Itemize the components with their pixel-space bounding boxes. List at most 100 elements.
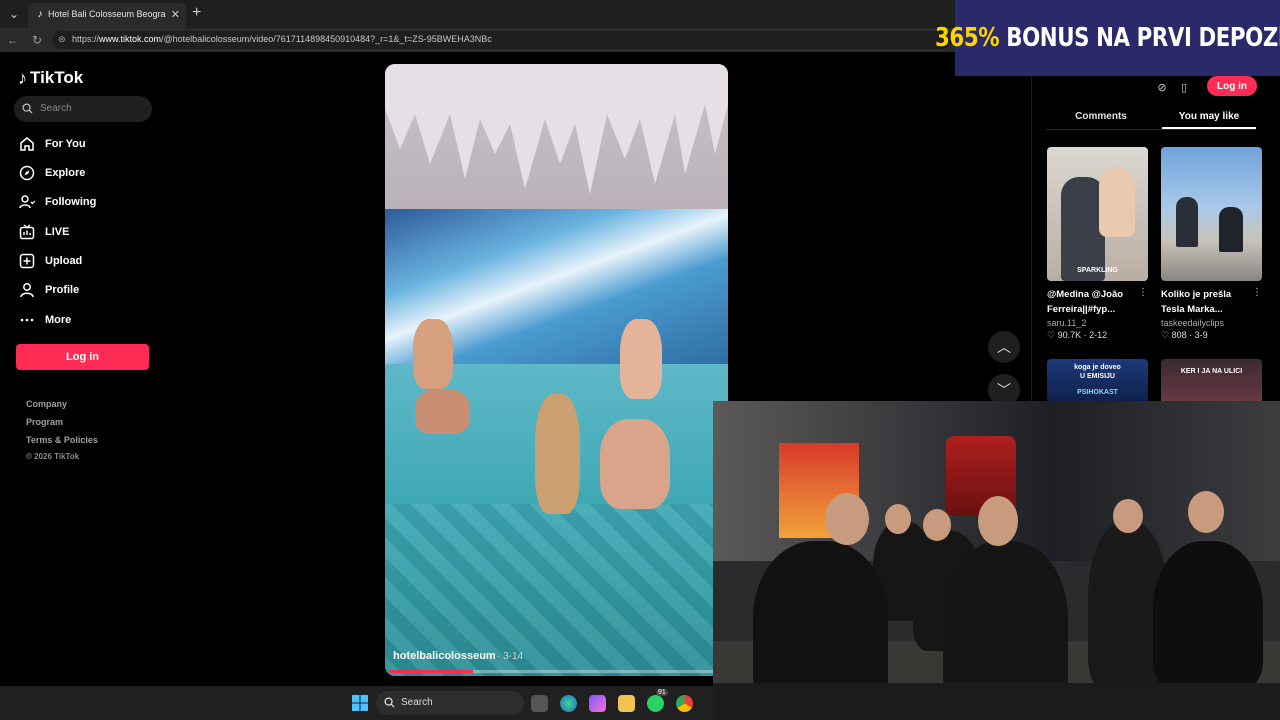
url-path: /@hotelbalicolosseum/video/7617114898450… (161, 34, 492, 44)
video-person (413, 319, 453, 389)
whatsapp-icon[interactable]: 91 (647, 689, 668, 712)
thumb-person (1099, 167, 1135, 237)
phone-icon[interactable]: ▯ (1174, 78, 1194, 98)
video-card[interactable]: Koliko je prešla Tesla Marka... taskeedai… (1161, 147, 1262, 341)
thumb-person (1219, 207, 1243, 252)
search-icon (384, 697, 395, 708)
login-button[interactable]: Log in (16, 344, 149, 370)
header-login-button[interactable]: Log in (1207, 76, 1257, 96)
url-host: www.tiktok.com (99, 34, 162, 44)
video-frame-ceiling (385, 64, 728, 214)
address-bar[interactable]: ⊜ https://www.tiktok.com/@hotelbalicolos… (52, 31, 952, 49)
back-icon[interactable]: ← (4, 31, 22, 49)
tab-close-icon[interactable]: ✕ (171, 8, 180, 21)
video-thumbnail: SPARKLING (1047, 147, 1148, 281)
video-person (600, 419, 670, 509)
nav-for-you[interactable]: For You (18, 134, 86, 154)
video-progress-fill (389, 670, 473, 673)
tiktok-favicon-icon: ♪ (37, 9, 43, 20)
nav-label: For You (45, 138, 86, 150)
footer-terms-link[interactable]: Terms & Policies (26, 435, 98, 445)
video-person (415, 389, 470, 434)
card-username[interactable]: taskeedailyclips (1161, 318, 1262, 328)
tab-comments[interactable]: Comments (1054, 111, 1148, 122)
logo-text: TikTok (30, 68, 84, 87)
site-info-icon[interactable]: ⊜ (58, 34, 68, 45)
tab-list-icon[interactable]: ⌄ (4, 4, 24, 24)
video-card[interactable]: SPARKLING @Medina @João Ferreira||#fyp...… (1047, 147, 1148, 341)
video-thumbnail (1161, 147, 1262, 281)
card-more-icon[interactable]: ⋮ (1138, 287, 1148, 298)
like-count: ♡ 808 (1161, 330, 1187, 340)
url-prefix: https:// (72, 34, 100, 44)
thumb-text: KER I JA NA ULICI (1180, 368, 1243, 375)
video-person (535, 394, 580, 514)
cam-head (978, 496, 1018, 546)
webcam-overlay (713, 401, 1280, 720)
previous-video-button[interactable]: ︿ (988, 331, 1020, 363)
browser-tab[interactable]: ♪ Hotel Bali Colosseum Beograd (@h ✕ (28, 3, 186, 28)
video-thumbnail[interactable]: KER I JA NA ULICI (1161, 359, 1262, 404)
tab-you-may-like[interactable]: You may like (1162, 111, 1256, 122)
more-icon (18, 311, 36, 329)
video-date: · 3-14 (497, 651, 524, 662)
video-progress-bar[interactable] (389, 670, 724, 673)
tiktok-logo[interactable]: ♪ TikTok (18, 67, 83, 89)
caption-line: @Medina @João (1047, 289, 1124, 300)
nav-profile[interactable]: Profile (18, 280, 79, 300)
coin-icon[interactable]: ⊘ (1152, 78, 1172, 98)
nav-upload[interactable]: Upload (18, 251, 82, 271)
edge-icon[interactable] (560, 695, 577, 712)
task-view-icon[interactable] (531, 695, 548, 712)
caption-line: Ferreira||#fyp... (1047, 304, 1116, 315)
active-tab-indicator (1162, 127, 1256, 129)
cam-person (1153, 541, 1263, 691)
nav-explore[interactable]: Explore (18, 163, 85, 183)
video-thumbnail[interactable]: koga je doveo U EMISIJU PSIHOKAST (1047, 359, 1148, 404)
reload-icon[interactable]: ↻ (28, 31, 46, 49)
notification-badge: 91 (656, 689, 668, 696)
file-explorer-icon[interactable] (618, 695, 635, 712)
ad-text: 365% BONUS NA PRVI DEPOZIT (935, 23, 1280, 53)
right-panel: ⊘ ▯ Log in Comments You may like SPARKLI… (1031, 76, 1280, 404)
like-count: ♡ 90.7K (1047, 330, 1082, 340)
new-tab-icon[interactable]: + (192, 4, 201, 22)
ad-banner[interactable]: 365% BONUS NA PRVI DEPOZIT (935, 0, 1280, 76)
video-author-link[interactable]: hotelbalicolosseum (393, 650, 496, 662)
copilot-icon[interactable] (589, 695, 606, 712)
card-username[interactable]: saru.11_2 (1047, 318, 1148, 328)
nav-label: Upload (45, 255, 83, 267)
nav-label: Profile (45, 284, 80, 296)
thumb-text: koga je doveo U EMISIJU (1074, 364, 1121, 380)
compass-icon (18, 164, 36, 182)
video-player[interactable]: hotelbalicolosseum · 3-14 (385, 64, 728, 676)
cam-head (825, 493, 869, 545)
cam-head (885, 504, 911, 534)
search-placeholder: Search (40, 103, 72, 114)
footer-program-link[interactable]: Program (26, 417, 63, 427)
card-caption: Koliko je prešla Tesla Marka... (1161, 287, 1262, 317)
cam-head (1188, 491, 1224, 533)
cam-desk (713, 683, 1280, 720)
live-icon (18, 223, 36, 241)
thumb-text: PSIHOKAST (1077, 389, 1118, 396)
footer-company-link[interactable]: Company (26, 399, 67, 409)
nav-following[interactable]: Following (18, 192, 96, 212)
nav-label: Explore (45, 167, 86, 179)
following-icon (18, 193, 36, 211)
upload-icon (18, 252, 36, 270)
tab-title: Hotel Bali Colosseum Beograd (@h (48, 9, 166, 19)
caption-line: Tesla Marka... (1161, 304, 1223, 315)
card-more-icon[interactable]: ⋮ (1252, 287, 1262, 298)
chrome-icon[interactable] (676, 695, 693, 712)
windows-start-icon[interactable] (352, 695, 368, 711)
thumb-text: SPARKLING (1077, 267, 1118, 274)
copyright-text: © 2026 TikTok (26, 452, 80, 461)
taskbar-search[interactable]: Search (376, 691, 524, 715)
search-input[interactable]: Search (14, 96, 152, 122)
ad-main: BONUS NA PRVI DEPOZIT (999, 23, 1280, 53)
home-icon (18, 135, 36, 153)
nav-more[interactable]: More (18, 310, 71, 330)
profile-icon (18, 281, 36, 299)
nav-live[interactable]: LIVE (18, 222, 69, 242)
